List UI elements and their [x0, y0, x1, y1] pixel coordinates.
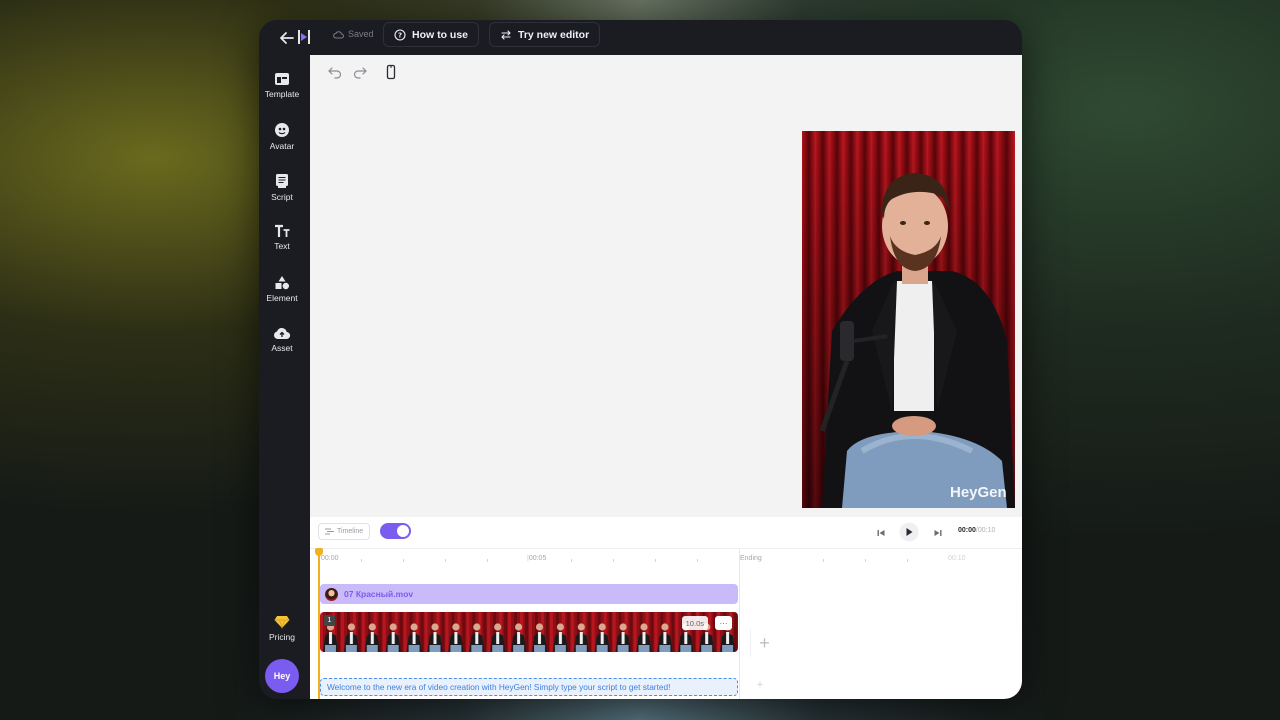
time-display: 00:00/00:10	[958, 527, 995, 534]
ruler-tick	[823, 559, 824, 562]
sidebar-item-avatar-label: Avatar	[269, 141, 295, 151]
text-icon	[275, 224, 290, 237]
presenter-image: HeyGen	[802, 131, 1015, 508]
timeline-icon	[325, 528, 334, 535]
swap-arrows-icon	[501, 29, 511, 40]
avatar-video-preview[interactable]: HeyGen	[802, 131, 1015, 508]
ruler-tick	[655, 559, 656, 562]
sidebar-item-text[interactable]: Text	[259, 224, 305, 251]
avatar-icon	[275, 123, 289, 137]
ruler-tick	[697, 559, 698, 562]
sidebar-item-pricing-label: Pricing	[269, 632, 295, 642]
try-new-editor-label: Try new editor	[518, 28, 590, 41]
skip-forward-icon[interactable]	[933, 525, 943, 543]
ruler-tick	[613, 559, 614, 562]
saved-label: Saved	[348, 29, 374, 39]
ruler-tick	[907, 559, 908, 562]
watermark-text: HeyGen	[950, 484, 1007, 501]
saved-status: Saved	[333, 29, 374, 39]
timeline-panel: Timeline 00:00/00:10 00:00 |00:05 Ending…	[310, 517, 1022, 699]
ruler-label-mid: |00:05	[527, 555, 547, 562]
ruler-label-start: 00:00	[321, 555, 339, 562]
ruler-divider	[310, 548, 1022, 549]
scene-filmstrip	[320, 612, 738, 652]
back-arrow-icon[interactable]	[275, 26, 299, 50]
undo-icon[interactable]	[327, 64, 343, 80]
ending-divider	[739, 549, 740, 699]
timeline-label: Timeline	[337, 528, 364, 535]
sidebar-item-template[interactable]: Template	[259, 72, 305, 99]
ruler-label-ending: Ending	[740, 555, 762, 562]
add-script-button[interactable]: +	[750, 675, 770, 695]
sidebar-item-avatar[interactable]: Avatar	[259, 122, 305, 151]
skip-back-icon[interactable]	[876, 525, 886, 543]
svg-text:?: ?	[398, 31, 402, 39]
total-time: /00:10	[975, 527, 996, 534]
diamond-gem-icon	[274, 616, 290, 629]
audio-thumbnail	[325, 587, 338, 601]
sidebar-item-asset-label: Asset	[271, 343, 293, 353]
sidebar-item-element[interactable]: Element	[259, 275, 305, 303]
redo-icon[interactable]	[352, 64, 368, 80]
scene-more-button[interactable]: ···	[715, 616, 732, 630]
how-to-use-label: How to use	[412, 28, 469, 41]
top-bar: Saved ? How to use Try new editor	[259, 20, 1022, 55]
script-icon	[276, 174, 288, 188]
play-button[interactable]	[899, 522, 919, 547]
audio-track[interactable]: 07 Красный.mov	[320, 584, 738, 604]
current-time: 00:00	[958, 527, 976, 534]
sidebar-item-template-label: Template	[264, 89, 300, 99]
timeline-toggle-label[interactable]: Timeline	[318, 523, 371, 540]
cloud-check-icon	[333, 30, 344, 39]
ruler-tick	[403, 559, 404, 562]
playhead-handle[interactable]	[315, 548, 323, 556]
try-new-editor-button[interactable]: Try new editor	[489, 22, 601, 47]
template-icon	[275, 73, 289, 85]
left-sidebar: Template Avatar Script Text Element Asse…	[259, 55, 310, 699]
ruler-label-mid-text: 00:05	[528, 555, 547, 562]
sidebar-item-script[interactable]: Script	[259, 173, 305, 202]
element-icon	[275, 276, 289, 290]
ruler-tick	[361, 559, 362, 562]
ruler-tick	[487, 559, 488, 562]
sidebar-item-asset[interactable]: Asset	[259, 326, 305, 353]
ruler-tick	[445, 559, 446, 562]
scene-track[interactable]: 1 10.0s ···	[320, 612, 738, 652]
how-to-use-button[interactable]: ? How to use	[383, 22, 480, 47]
mobile-portrait-icon[interactable]	[383, 64, 399, 80]
preview-canvas: HeyGen	[310, 55, 1022, 531]
script-track[interactable]: Welcome to the new era of video creation…	[320, 678, 738, 696]
timeline-mode-switch[interactable]	[380, 523, 411, 539]
sidebar-item-element-label: Element	[266, 293, 298, 303]
sidebar-item-text-label: Text	[274, 241, 290, 251]
ruler-tick	[865, 559, 866, 562]
ruler-label-end: 00:10	[948, 555, 966, 562]
playhead[interactable]	[318, 549, 320, 699]
scene-duration[interactable]: 10.0s	[681, 616, 708, 630]
user-avatar[interactable]: Hey	[265, 659, 299, 693]
upload-cloud-icon	[274, 327, 291, 340]
sidebar-item-pricing[interactable]: Pricing	[259, 615, 305, 642]
editor-window: Saved ? How to use Try new editor Templa…	[259, 20, 1022, 699]
scene-number-badge: 1	[324, 615, 335, 626]
sidebar-item-script-label: Script	[271, 192, 293, 202]
audio-track-name: 07 Красный.mov	[344, 589, 414, 599]
heygen-logo-icon	[297, 27, 311, 47]
help-circle-icon: ?	[394, 28, 406, 41]
add-scene-button[interactable]: +	[750, 629, 778, 657]
ruler-tick	[571, 559, 572, 562]
